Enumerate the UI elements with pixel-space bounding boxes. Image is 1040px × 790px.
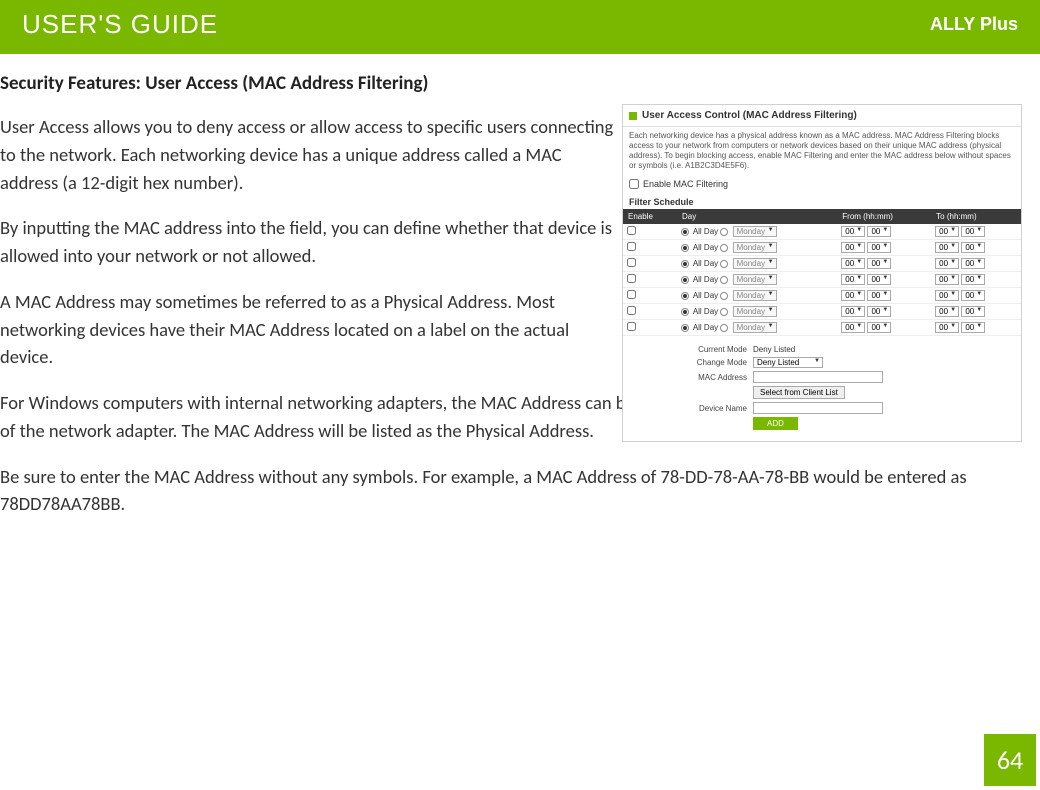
weekday-radio[interactable] [720,308,728,316]
weekday-radio[interactable] [720,228,728,236]
from-hh-select[interactable]: 00 [841,306,865,317]
col-from: From (hh:mm) [837,209,931,224]
weekday-select[interactable]: Monday [733,290,777,301]
weekday-select[interactable]: Monday [733,306,777,317]
from-mm-select[interactable]: 00 [867,226,891,237]
panel-title: User Access Control (MAC Address Filteri… [623,105,1021,127]
panel-marker-icon [629,112,637,120]
weekday-radio[interactable] [720,244,728,252]
weekday-radio[interactable] [720,292,728,300]
to-mm-select[interactable]: 00 [961,322,985,333]
from-hh-select[interactable]: 00 [841,226,865,237]
col-day: Day [677,209,837,224]
all-day-radio[interactable] [681,324,689,332]
all-day-radio[interactable] [681,260,689,268]
table-row: All Day Monday00 0000 00 [623,304,1021,320]
enable-mac-filtering-label: Enable MAC Filtering [643,179,728,189]
all-day-radio[interactable] [681,276,689,284]
filter-schedule-heading: Filter Schedule [623,195,1021,209]
enable-mac-filtering-checkbox[interactable] [629,179,639,189]
to-hh-select[interactable]: 00 [935,290,959,301]
to-mm-select[interactable]: 00 [961,290,985,301]
mac-address-input[interactable] [753,371,883,383]
to-mm-select[interactable]: 00 [961,242,985,253]
device-name-label: Device Name [633,404,753,413]
from-mm-select[interactable]: 00 [867,306,891,317]
to-mm-select[interactable]: 00 [961,226,985,237]
weekday-select[interactable]: Monday [733,258,777,269]
from-hh-select[interactable]: 00 [841,242,865,253]
row-enable-checkbox[interactable] [627,306,636,315]
row-enable-checkbox[interactable] [627,274,636,283]
from-hh-select[interactable]: 00 [841,290,865,301]
device-name-input[interactable] [753,402,883,414]
weekday-select[interactable]: Monday [733,274,777,285]
filter-schedule-table: Enable Day From (hh:mm) To (hh:mm) All D… [623,209,1021,336]
current-mode-value: Deny Listed [753,345,795,354]
all-day-radio[interactable] [681,228,689,236]
mac-form: Current Mode Deny Listed Change Mode Den… [623,336,1021,441]
all-day-radio[interactable] [681,244,689,252]
panel-title-text: User Access Control (MAC Address Filteri… [642,110,857,121]
page-content: Security Features: User Access (MAC Addr… [0,48,1040,518]
header-title: USER'S GUIDE [22,9,218,40]
from-mm-select[interactable]: 00 [867,258,891,269]
page-number: 64 [984,734,1036,786]
header-banner: USER'S GUIDE ALLY Plus [0,0,1040,48]
col-to: To (hh:mm) [931,209,1021,224]
to-mm-select[interactable]: 00 [961,306,985,317]
from-hh-select[interactable]: 00 [841,258,865,269]
to-hh-select[interactable]: 00 [935,242,959,253]
change-mode-select[interactable]: Deny Listed [753,357,823,368]
from-mm-select[interactable]: 00 [867,242,891,253]
row-enable-checkbox[interactable] [627,290,636,299]
enable-mac-filtering-row: Enable MAC Filtering [623,177,1021,195]
panel-description: Each networking device has a physical ad… [623,127,1021,177]
to-hh-select[interactable]: 00 [935,258,959,269]
row-enable-checkbox[interactable] [627,258,636,267]
all-day-radio[interactable] [681,292,689,300]
to-hh-select[interactable]: 00 [935,322,959,333]
to-hh-select[interactable]: 00 [935,274,959,285]
table-row: All Day Monday00 0000 00 [623,224,1021,240]
paragraph-5: Be sure to enter the MAC Address without… [0,463,1040,519]
from-mm-select[interactable]: 00 [867,290,891,301]
col-enable: Enable [623,209,677,224]
from-hh-select[interactable]: 00 [841,322,865,333]
all-day-radio[interactable] [681,308,689,316]
from-mm-select[interactable]: 00 [867,274,891,285]
to-mm-select[interactable]: 00 [961,274,985,285]
change-mode-label: Change Mode [633,358,753,367]
weekday-radio[interactable] [720,260,728,268]
select-from-client-list-button[interactable]: Select from Client List [753,386,845,399]
to-hh-select[interactable]: 00 [935,226,959,237]
row-enable-checkbox[interactable] [627,322,636,331]
header-product: ALLY Plus [930,14,1018,35]
table-row: All Day Monday00 0000 00 [623,288,1021,304]
table-row: All Day Monday00 0000 00 [623,256,1021,272]
row-enable-checkbox[interactable] [627,226,636,235]
mac-address-label: MAC Address [633,373,753,382]
table-row: All Day Monday00 0000 00 [623,240,1021,256]
add-button[interactable]: ADD [753,417,798,430]
weekday-select[interactable]: Monday [733,322,777,333]
row-enable-checkbox[interactable] [627,242,636,251]
current-mode-label: Current Mode [633,345,753,354]
from-mm-select[interactable]: 00 [867,322,891,333]
table-row: All Day Monday00 0000 00 [623,320,1021,336]
weekday-select[interactable]: Monday [733,226,777,237]
from-hh-select[interactable]: 00 [841,274,865,285]
to-mm-select[interactable]: 00 [961,258,985,269]
weekday-radio[interactable] [720,276,728,284]
router-ui-screenshot: User Access Control (MAC Address Filteri… [622,104,1022,442]
table-row: All Day Monday00 0000 00 [623,272,1021,288]
weekday-select[interactable]: Monday [733,242,777,253]
weekday-radio[interactable] [720,324,728,332]
to-hh-select[interactable]: 00 [935,306,959,317]
